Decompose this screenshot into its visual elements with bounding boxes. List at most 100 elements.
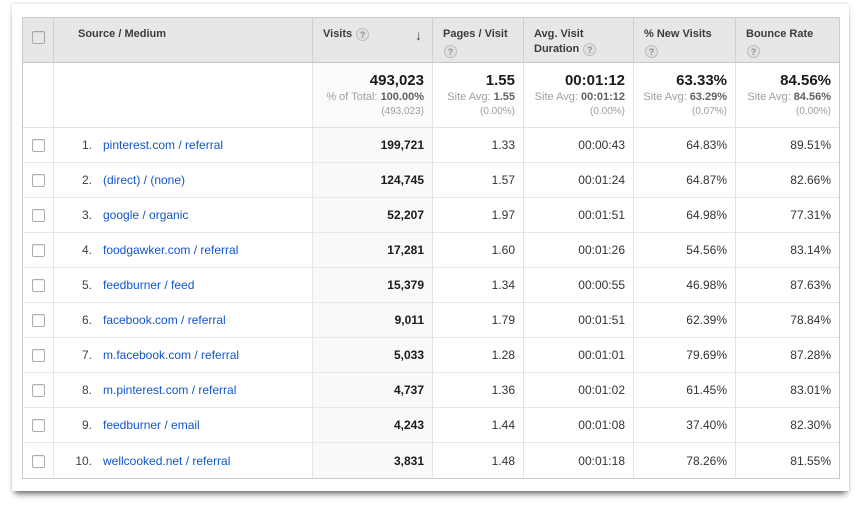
table-row: 2.(direct) / (none) 124,745 1.57 00:01:2… [23, 163, 839, 198]
table-header-row: Source / Medium Visits ? ↓ Pages / Visit… [23, 18, 839, 63]
avg-visit-duration-cell: 00:01:26 [524, 233, 634, 268]
table-row: 8.m.pinterest.com / referral 4,737 1.36 … [23, 373, 839, 408]
new-visits-cell: 78.26% [634, 443, 736, 478]
table-row: 10.wellcooked.net / referral 3,831 1.48 … [23, 443, 839, 478]
source-medium-cell: 7.m.facebook.com / referral [54, 338, 313, 373]
summary-bounce-rate: 84.56% Site Avg: 84.56% (0.00%) [736, 63, 839, 128]
source-medium-cell: 1. pinterest.com / referral [54, 128, 313, 163]
source-medium-cell: 6.facebook.com / referral [54, 303, 313, 338]
bounce-rate-cell: 82.30% [736, 408, 839, 443]
col-header-bounce-rate[interactable]: Bounce Rate ? [736, 18, 839, 63]
row-checkbox-cell [23, 128, 54, 163]
row-checkbox[interactable] [32, 349, 45, 362]
bounce-rate-cell: 81.55% [736, 443, 839, 478]
source-medium-link[interactable]: m.facebook.com / referral [103, 348, 239, 362]
bounce-rate-cell: 82.66% [736, 163, 839, 198]
col-header-pages-per-visit[interactable]: Pages / Visit ? [433, 18, 524, 63]
col-header-visits[interactable]: Visits ? ↓ [313, 18, 433, 63]
summary-pages-per-visit: 1.55 Site Avg: 1.55 (0.00%) [433, 63, 524, 128]
visits-cell: 15,379 [313, 268, 433, 303]
row-number: 10. [64, 454, 92, 468]
analytics-table-card: Source / Medium Visits ? ↓ Pages / Visit… [12, 4, 849, 491]
table-row: 1.pinterest.com / referral 199,721 1.33 … [23, 128, 839, 163]
new-visits-cell: 64.83% [634, 128, 736, 163]
help-icon[interactable]: ? [645, 45, 658, 58]
bounce-rate-cell: 83.14% [736, 233, 839, 268]
visits-cell: 9,011 [313, 303, 433, 338]
new-visits-cell: 37.40% [634, 408, 736, 443]
row-checkbox[interactable] [32, 174, 45, 187]
visits-cell: 17,281 [313, 233, 433, 268]
visits-cell: 3,831 [313, 443, 433, 478]
row-number: 1. [64, 138, 92, 152]
source-medium-link[interactable]: (direct) / (none) [103, 173, 185, 187]
sort-descending-icon[interactable]: ↓ [415, 28, 422, 42]
row-checkbox[interactable] [32, 384, 45, 397]
source-medium-link[interactable]: feedburner / email [103, 418, 200, 432]
row-number: 3. [64, 208, 92, 222]
table-row: 5.feedburner / feed 15,379 1.34 00:00:55… [23, 268, 839, 303]
summary-visits-total: 493,023 [317, 71, 424, 90]
table-row: 7.m.facebook.com / referral 5,033 1.28 0… [23, 338, 839, 373]
source-medium-table: Source / Medium Visits ? ↓ Pages / Visit… [22, 17, 840, 479]
row-checkbox[interactable] [32, 314, 45, 327]
pages-per-visit-cell: 1.79 [433, 303, 524, 338]
col-header-new-visits[interactable]: % New Visits ? [634, 18, 736, 63]
source-medium-link[interactable]: pinterest.com / referral [103, 138, 223, 152]
avg-visit-duration-cell: 00:01:02 [524, 373, 634, 408]
row-checkbox[interactable] [32, 139, 45, 152]
visits-cell: 52,207 [313, 198, 433, 233]
help-icon[interactable]: ? [583, 43, 596, 56]
col-label-source-medium: Source / Medium [78, 28, 166, 40]
col-header-avg-visit-duration[interactable]: Avg. Visit Duration? [524, 18, 634, 63]
col-label-new-visits: % New Visits [644, 28, 712, 40]
help-icon[interactable]: ? [444, 45, 457, 58]
col-label-avg-visit-duration: Avg. Visit Duration [534, 28, 584, 55]
row-checkbox-cell [23, 268, 54, 303]
pages-per-visit-cell: 1.28 [433, 338, 524, 373]
select-all-cell [23, 18, 54, 63]
source-medium-cell: 2.(direct) / (none) [54, 163, 313, 198]
row-checkbox[interactable] [32, 419, 45, 432]
source-medium-cell: 5. feedburner / feed [54, 268, 313, 303]
row-checkbox-cell [23, 443, 54, 478]
source-medium-link[interactable]: feedburner / feed [103, 278, 194, 292]
avg-visit-duration-cell: 00:00:55 [524, 268, 634, 303]
row-checkbox[interactable] [32, 455, 45, 468]
help-icon[interactable]: ? [747, 45, 760, 58]
visits-cell: 4,737 [313, 373, 433, 408]
row-checkbox-cell [23, 373, 54, 408]
row-number: 9. [64, 418, 92, 432]
bounce-rate-cell: 87.63% [736, 268, 839, 303]
source-medium-link[interactable]: m.pinterest.com / referral [103, 383, 236, 397]
row-checkbox[interactable] [32, 279, 45, 292]
source-medium-link[interactable]: wellcooked.net / referral [103, 454, 230, 468]
pages-per-visit-cell: 1.97 [433, 198, 524, 233]
new-visits-cell: 64.87% [634, 163, 736, 198]
summary-visits-sub: (493,023) [317, 105, 424, 118]
col-header-source-medium[interactable]: Source / Medium [54, 18, 313, 63]
row-checkbox[interactable] [32, 209, 45, 222]
avg-visit-duration-cell: 00:01:24 [524, 163, 634, 198]
source-medium-link[interactable]: facebook.com / referral [103, 313, 226, 327]
pages-per-visit-cell: 1.36 [433, 373, 524, 408]
bounce-rate-cell: 89.51% [736, 128, 839, 163]
new-visits-cell: 61.45% [634, 373, 736, 408]
select-all-checkbox[interactable] [32, 31, 45, 44]
help-icon[interactable]: ? [356, 28, 369, 41]
visits-cell: 199,721 [313, 128, 433, 163]
avg-visit-duration-cell: 00:01:51 [524, 198, 634, 233]
summary-visits: 493,023 % of Total: 100.00% (493,023) [313, 63, 433, 128]
table-row: 9.feedburner / email 4,243 1.44 00:01:08… [23, 408, 839, 443]
new-visits-cell: 62.39% [634, 303, 736, 338]
row-checkbox[interactable] [32, 244, 45, 257]
source-medium-link[interactable]: foodgawker.com / referral [103, 243, 238, 257]
col-label-visits: Visits [323, 27, 352, 42]
row-number: 5. [64, 278, 92, 292]
row-checkbox-cell [23, 198, 54, 233]
source-medium-link[interactable]: google / organic [103, 208, 188, 222]
new-visits-cell: 54.56% [634, 233, 736, 268]
pages-per-visit-cell: 1.48 [433, 443, 524, 478]
bounce-rate-cell: 83.01% [736, 373, 839, 408]
col-label-bounce-rate: Bounce Rate [746, 28, 813, 40]
